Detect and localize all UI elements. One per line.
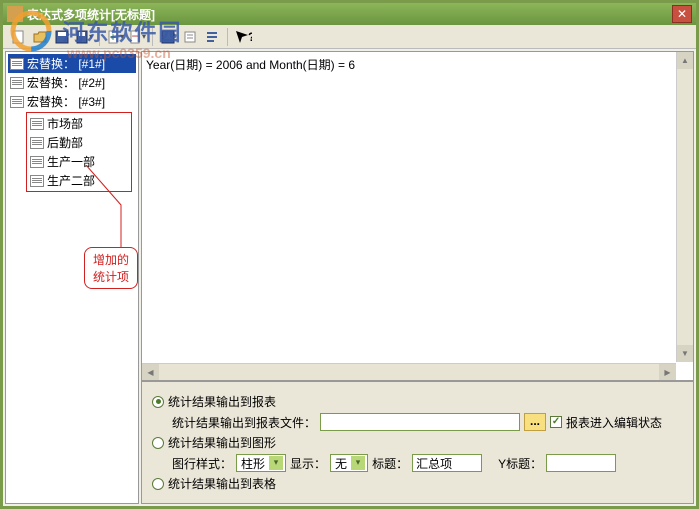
title-input[interactable] [412, 454, 482, 472]
toolbar: + − ? [3, 25, 696, 49]
tree-item-label: 市场部 [47, 115, 83, 132]
option-output-chart[interactable]: 统计结果输出到图形 [152, 434, 683, 451]
vertical-scrollbar[interactable] [676, 52, 693, 362]
content-area: 宏替换： [#1#] 宏替换： [#2#] 宏替换： [#3#] 市场部 后勤部… [3, 49, 696, 506]
titlebar: 表达式多项统计[无标题] ✕ [3, 3, 696, 25]
editor-content: Year(日期) = 2006 and Month(日期) = 6 [146, 58, 355, 72]
row-chart-settings: 图行样式： 柱形▾ 显示： 无▾ 标题： Y标题： [172, 454, 683, 472]
annotation: 增加的统计项 [84, 247, 138, 289]
checkbox-edit-mode[interactable] [550, 416, 562, 428]
chart-style-label: 图行样式： [172, 455, 232, 472]
window-title: 表达式多项统计[无标题] [27, 6, 672, 23]
document-icon [30, 156, 44, 168]
tree-item-label: 宏替换： [#1#] [27, 55, 105, 72]
tree-item-dept-3[interactable]: 生产一部 [28, 152, 130, 171]
tree-item-label: 生产二部 [47, 172, 95, 189]
radio-label: 统计结果输出到表格 [168, 475, 276, 492]
svg-text:−: − [131, 29, 138, 43]
tree-item-dept-4[interactable]: 生产二部 [28, 171, 130, 190]
toolbar-report-icon[interactable] [181, 28, 199, 46]
tree-item-label: 宏替换： [#3#] [27, 93, 105, 110]
toolbar-open-icon[interactable] [31, 28, 49, 46]
tree-item-label: 后勤部 [47, 134, 83, 151]
tree-item-macro-2[interactable]: 宏替换： [#2#] [8, 73, 136, 92]
dropdown-arrow-icon: ▾ [269, 456, 283, 470]
show-select[interactable]: 无▾ [330, 454, 368, 472]
row-report-file: 统计结果输出到报表文件： ... 报表进入编辑状态 [172, 413, 683, 431]
show-label: 显示： [290, 455, 326, 472]
option-output-report[interactable]: 统计结果输出到报表 [152, 393, 683, 410]
expression-editor[interactable]: Year(日期) = 2006 and Month(日期) = 6 [141, 51, 694, 381]
app-window: 河东软件园 www.pc0359.cn 表达式多项统计[无标题] ✕ + − ?… [0, 0, 699, 509]
tree-item-label: 生产一部 [47, 153, 95, 170]
radio-output-chart[interactable] [152, 437, 164, 449]
chart-style-select[interactable]: 柱形▾ [236, 454, 286, 472]
tree-item-macro-3[interactable]: 宏替换： [#3#] [8, 92, 136, 111]
title-label: 标题： [372, 455, 408, 472]
tree-item-dept-1[interactable]: 市场部 [28, 114, 130, 133]
toolbar-list-icon[interactable] [203, 28, 221, 46]
toolbar-remove-icon[interactable]: − [128, 28, 146, 46]
close-button[interactable]: ✕ [672, 5, 692, 23]
document-icon [30, 175, 44, 187]
browse-button[interactable]: ... [524, 413, 546, 431]
checkbox-label: 报表进入编辑状态 [566, 414, 662, 431]
right-pane: Year(日期) = 2006 and Month(日期) = 6 统计结果输出… [141, 51, 694, 504]
toolbar-separator [99, 28, 100, 46]
annotation-label: 增加的统计项 [84, 247, 138, 289]
svg-text:+: + [109, 30, 116, 44]
document-icon [30, 118, 44, 130]
document-icon [10, 96, 24, 108]
report-file-input[interactable] [320, 413, 520, 431]
radio-label: 统计结果输出到图形 [168, 434, 276, 451]
radio-label: 统计结果输出到报表 [168, 393, 276, 410]
svg-text:?: ? [248, 30, 252, 44]
toolbar-new-icon[interactable] [9, 28, 27, 46]
document-icon [30, 137, 44, 149]
ytitle-label: Y标题： [498, 455, 542, 472]
ytitle-input[interactable] [546, 454, 616, 472]
horizontal-scrollbar[interactable] [142, 363, 676, 380]
radio-output-report[interactable] [152, 396, 164, 408]
toolbar-save-as-icon[interactable] [75, 28, 93, 46]
toolbar-save-icon[interactable] [53, 28, 71, 46]
toolbar-separator [227, 28, 228, 46]
tree-item-macro-1[interactable]: 宏替换： [#1#] [8, 54, 136, 73]
toolbar-help-icon[interactable]: ? [234, 28, 252, 46]
toolbar-disk-icon[interactable] [159, 28, 177, 46]
tree-pane: 宏替换： [#1#] 宏替换： [#2#] 宏替换： [#3#] 市场部 后勤部… [5, 51, 139, 504]
toolbar-separator [152, 28, 153, 46]
toolbar-add-icon[interactable]: + [106, 28, 124, 46]
document-icon [10, 58, 24, 70]
tree-item-label: 宏替换： [#2#] [27, 74, 105, 91]
report-file-label: 统计结果输出到报表文件： [172, 414, 316, 431]
dropdown-arrow-icon: ▾ [351, 456, 365, 470]
document-icon [10, 77, 24, 89]
tree-annotated-group: 市场部 后勤部 生产一部 生产二部 [26, 112, 132, 192]
tree: 宏替换： [#1#] 宏替换： [#2#] 宏替换： [#3#] 市场部 后勤部… [6, 52, 138, 196]
tree-item-dept-2[interactable]: 后勤部 [28, 133, 130, 152]
app-icon [7, 6, 23, 22]
radio-output-table[interactable] [152, 478, 164, 490]
output-options-panel: 统计结果输出到报表 统计结果输出到报表文件： ... 报表进入编辑状态 统计结果… [141, 381, 694, 504]
option-output-table[interactable]: 统计结果输出到表格 [152, 475, 683, 492]
